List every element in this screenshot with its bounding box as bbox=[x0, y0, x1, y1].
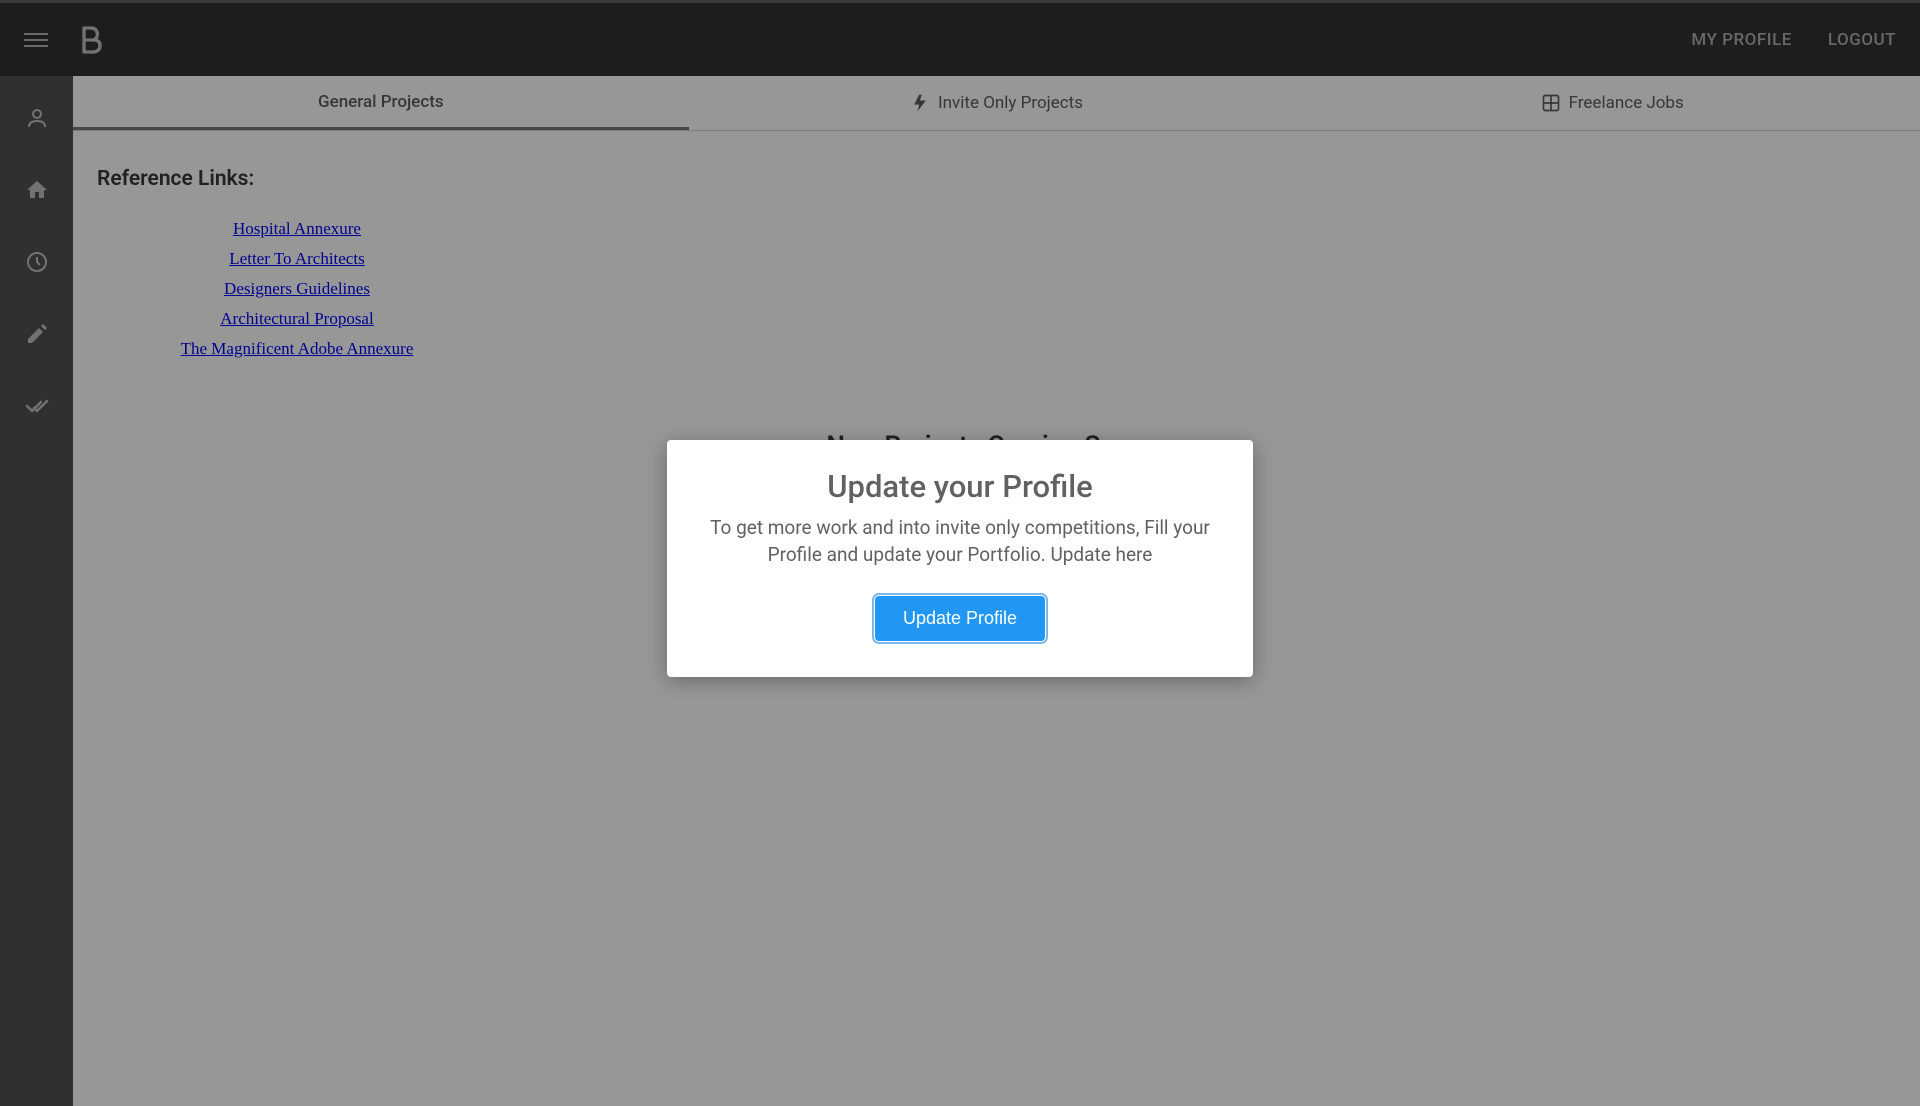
modal-overlay[interactable]: Update your Profile To get more work and… bbox=[0, 0, 1920, 1106]
update-profile-button[interactable]: Update Profile bbox=[875, 596, 1045, 641]
modal-title: Update your Profile bbox=[695, 468, 1225, 505]
update-profile-modal: Update your Profile To get more work and… bbox=[667, 440, 1253, 677]
modal-body-text: To get more work and into invite only co… bbox=[695, 515, 1225, 568]
